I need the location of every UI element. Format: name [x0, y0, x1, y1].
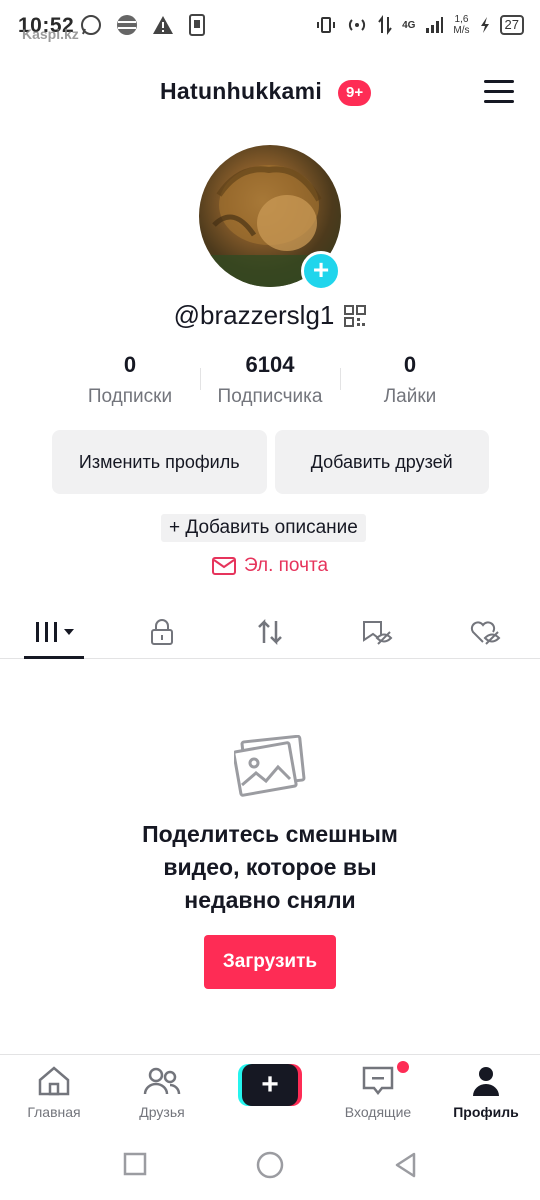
friends-icon — [143, 1067, 181, 1095]
nav-home-label: Главная — [27, 1104, 81, 1120]
mail-icon — [211, 557, 236, 575]
menu-button[interactable] — [484, 80, 514, 106]
hamburger-line — [484, 100, 514, 103]
tab-videos[interactable] — [20, 605, 90, 659]
home-icon — [38, 1066, 70, 1096]
bookmark-hidden-icon — [363, 621, 393, 645]
active-tab-indicator — [24, 656, 84, 659]
account-badge: 9+ — [338, 80, 372, 106]
profile-stats: 0 Подписки 6104 Подписчика 0 Лайки — [60, 352, 480, 408]
grid-icon — [36, 622, 74, 642]
heart-hidden-icon — [470, 621, 501, 645]
add-description-button[interactable]: + Добавить описание — [161, 514, 366, 542]
whatsapp-icon — [81, 15, 101, 35]
profile-header: Hatunhukkami 9+ — [0, 70, 540, 120]
create-button[interactable]: + — [238, 1064, 302, 1106]
stack-icon — [117, 15, 137, 35]
likes-label: Лайки — [383, 386, 437, 407]
signal-icon — [426, 17, 444, 33]
home-circle-icon[interactable] — [256, 1151, 284, 1179]
stat-following[interactable]: 0 Подписки — [60, 352, 200, 408]
email-label: Эл. почта — [243, 555, 329, 576]
charging-icon — [480, 17, 489, 33]
followers-label: Подписчика — [217, 386, 323, 407]
tab-reposts[interactable] — [235, 605, 305, 659]
recents-icon[interactable] — [123, 1152, 147, 1176]
empty-state-message: Поделитесь смешным видео, которое вы нед… — [142, 821, 398, 913]
sim-icon — [189, 14, 205, 36]
profile-icon — [473, 1067, 499, 1096]
inbox-notification-dot — [397, 1061, 409, 1073]
hamburger-line — [484, 80, 514, 83]
hotspot-icon — [348, 19, 366, 31]
system-navigation — [0, 1140, 540, 1190]
likes-count: 0 — [403, 352, 417, 377]
content-tabs — [0, 605, 540, 659]
tab-liked[interactable] — [450, 605, 520, 659]
watermark: Kaspi.kz — [22, 26, 79, 42]
username-row: @brazzerslg1 — [0, 300, 540, 331]
vibrate-icon — [317, 17, 336, 33]
tab-private[interactable] — [127, 605, 197, 659]
plus-icon: + — [242, 1064, 298, 1106]
profile-actions: Изменить профиль Добавить друзей — [52, 430, 489, 494]
bottom-navigation: Главная Друзья + Входящие Профиль — [0, 1054, 540, 1130]
hamburger-line — [484, 90, 514, 93]
following-label: Подписки — [87, 386, 173, 407]
following-count: 0 — [123, 352, 137, 377]
repost-icon — [258, 618, 282, 646]
nav-inbox[interactable]: Входящие — [328, 1065, 428, 1120]
qr-code-icon[interactable] — [344, 304, 367, 327]
nav-friends[interactable]: Друзья — [112, 1065, 212, 1120]
system-status: 4G 1,6 M/s 27 — [316, 14, 524, 36]
upload-button[interactable]: Загрузить — [204, 935, 336, 989]
nav-inbox-label: Входящие — [344, 1104, 412, 1120]
nav-home[interactable]: Главная — [4, 1065, 104, 1120]
edit-profile-button[interactable]: Изменить профиль — [52, 430, 267, 494]
nav-profile-label: Профиль — [453, 1104, 519, 1120]
lock-icon — [151, 619, 173, 645]
email-link[interactable]: Эл. почта — [0, 555, 540, 577]
photos-icon — [232, 734, 306, 802]
page-title[interactable]: Hatunhukkami — [160, 78, 322, 105]
nav-friends-label: Друзья — [139, 1104, 185, 1120]
inbox-icon — [362, 1066, 394, 1096]
battery-indicator: 27 — [499, 15, 524, 35]
tab-saved[interactable] — [342, 605, 412, 659]
followers-count: 6104 — [245, 352, 295, 377]
nav-profile[interactable]: Профиль — [436, 1065, 536, 1120]
username: @brazzerslg1 — [173, 300, 335, 330]
network-type: 4G — [402, 19, 416, 31]
warning-icon — [153, 16, 173, 34]
add-friends-button[interactable]: Добавить друзей — [274, 430, 489, 494]
notification-icons — [80, 14, 206, 36]
stat-likes[interactable]: 0 Лайки — [340, 352, 480, 408]
status-bar: 10:52 Kaspi.kz 4G 1,6 M/s 27 — [0, 0, 540, 54]
net-speed: 1,6 M/s — [453, 14, 470, 36]
stat-followers[interactable]: 6104 Подписчика — [200, 352, 340, 408]
back-icon[interactable] — [393, 1151, 417, 1179]
data-arrows-icon — [378, 15, 392, 35]
add-avatar-button[interactable]: + — [301, 251, 341, 291]
